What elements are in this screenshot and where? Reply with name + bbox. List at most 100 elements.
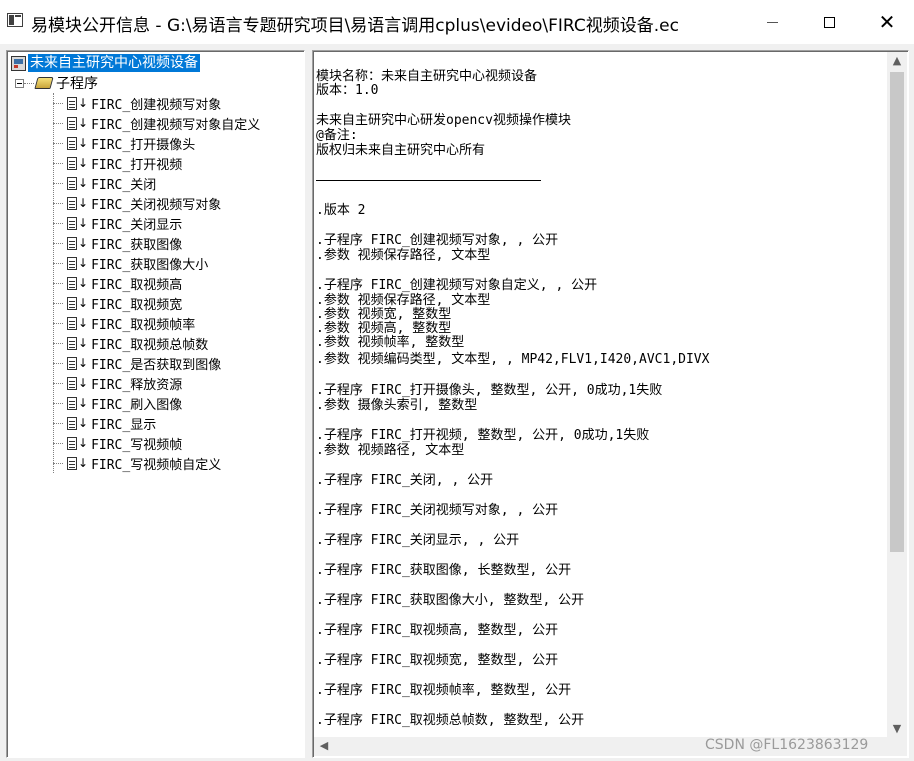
tree-item-label: FIRC_取视频高	[91, 277, 183, 293]
tree-connector	[53, 222, 63, 224]
tree-connector	[53, 442, 63, 444]
tree-connector	[24, 82, 34, 84]
tree-item-label: FIRC_打开摄像头	[91, 137, 196, 153]
document-line: .子程序 FIRC_取视频总帧数, 整数型, 公开	[316, 713, 585, 728]
tree-connector	[53, 142, 63, 144]
tree-item-label: FIRC_取视频宽	[91, 297, 183, 313]
tree-connector	[53, 402, 63, 404]
title-bar: 易模块公开信息 - G:\易语言专题研究项目\易语言调用cplus\evideo…	[0, 0, 914, 44]
document-line: .子程序 FIRC_关闭, , 公开	[316, 473, 494, 488]
document-line: .参数 摄像头索引, 整数型	[316, 398, 478, 413]
tree-item[interactable]: ↓ FIRC_释放资源	[53, 373, 182, 393]
tree-root-label: 未来自主研究中心视频设备	[28, 54, 200, 72]
tree-item[interactable]: ↓ FIRC_关闭视频写对象	[53, 193, 221, 213]
tree-item-label: FIRC_写视频帧自定义	[91, 457, 222, 473]
document-icon	[67, 316, 77, 330]
document-line: @备注:	[316, 128, 358, 143]
module-info-text[interactable]: 模块名称：未来自主研究中心视频设备 版本：1.0 未来自主研究中心研发opencv视…	[312, 50, 909, 758]
tree-root[interactable]: 未来自主研究中心视频设备	[11, 53, 200, 73]
tree-item[interactable]: ↓ FIRC_创建视频写对象	[53, 93, 221, 113]
document-icon	[67, 416, 77, 430]
tree-item[interactable]: ↓ FIRC_刷入图像	[53, 393, 182, 413]
tree-item[interactable]: ↓ FIRC_取视频帧率	[53, 313, 195, 333]
tree-item[interactable]: ↓ FIRC_获取图像大小	[53, 253, 208, 273]
tree-item[interactable]: ↓ FIRC_取视频宽	[53, 293, 182, 313]
arrow-down-icon: ↓	[78, 96, 89, 110]
tree-connector	[53, 422, 63, 424]
tree-item-label: FIRC_创建视频写对象	[91, 97, 222, 113]
document-line: .子程序 FIRC_创建视频写对象, , 公开	[316, 233, 559, 248]
tree-item-label: FIRC_写视频帧	[91, 437, 183, 453]
module-tree[interactable]: 未来自主研究中心视频设备 子程序 ↓ FIRC_创建视频写对象 ↓ FIRC_创建视频…	[6, 50, 305, 758]
arrow-down-icon: ↓	[78, 236, 89, 250]
document-line: 模块名称：未来自主研究中心视频设备	[316, 69, 538, 84]
arrow-down-icon: ↓	[78, 156, 89, 170]
document-line: .子程序 FIRC_打开摄像头, 整数型, 公开, 0成功,1失败	[316, 383, 663, 398]
tree-item-label: FIRC_打开视频	[91, 157, 183, 173]
tree-item[interactable]: ↓ FIRC_打开视频	[53, 153, 182, 173]
tree-item[interactable]: ↓ FIRC_写视频帧自定义	[53, 453, 221, 473]
separator-line	[316, 180, 541, 181]
tree-item[interactable]: ↓ FIRC_取视频总帧数	[53, 333, 208, 353]
scroll-left-icon[interactable]: ◀	[314, 737, 334, 755]
document-icon	[67, 176, 77, 190]
arrow-down-icon: ↓	[78, 436, 89, 450]
document-icon	[67, 196, 77, 210]
tree-item[interactable]: ↓ FIRC_创建视频写对象自定义	[53, 113, 260, 133]
tree-item[interactable]: ↓ FIRC_关闭	[53, 173, 156, 193]
document-icon	[67, 236, 77, 250]
vertical-scroll-thumb[interactable]	[890, 72, 904, 552]
window-title: 易模块公开信息 - G:\易语言专题研究项目\易语言调用cplus\evideo…	[31, 16, 679, 36]
tree-item[interactable]: ↓ FIRC_是否获取到图像	[53, 353, 221, 373]
tree-connector	[53, 302, 63, 304]
collapse-toggle-icon[interactable]	[15, 78, 24, 88]
tree-item-label: FIRC_关闭	[91, 177, 157, 193]
tree-item[interactable]: ↓ FIRC_显示	[53, 413, 156, 433]
tree-connector	[53, 202, 63, 204]
document-icon	[67, 276, 77, 290]
close-button[interactable]: ✕	[858, 0, 914, 44]
tree-item-label: FIRC_是否获取到图像	[91, 357, 222, 373]
maximize-icon	[823, 16, 835, 28]
scroll-up-icon[interactable]: ▲	[887, 52, 907, 70]
document-icon	[67, 116, 77, 130]
document-icon	[67, 296, 77, 310]
document-line: .参数 视频保存路径, 文本型	[316, 293, 491, 308]
document-icon	[67, 216, 77, 230]
document-line: .子程序 FIRC_关闭显示, , 公开	[316, 533, 520, 548]
vertical-scrollbar[interactable]: ▲ ▼	[887, 52, 907, 738]
scrollbar-corner	[887, 737, 907, 756]
arrow-down-icon: ↓	[78, 136, 89, 150]
tree-item[interactable]: ↓ FIRC_打开摄像头	[53, 133, 195, 153]
tree-connector	[53, 102, 63, 104]
tree-item[interactable]: ↓ FIRC_关闭显示	[53, 213, 182, 233]
document-icon	[67, 336, 77, 350]
tree-item-label: FIRC_创建视频写对象自定义	[91, 117, 261, 133]
document-icon	[67, 436, 77, 450]
arrow-down-icon: ↓	[78, 256, 89, 270]
tree-item[interactable]: ↓ FIRC_获取图像	[53, 233, 182, 253]
document-line: .子程序 FIRC_取视频宽, 整数型, 公开	[316, 653, 559, 668]
minimize-button[interactable]	[743, 0, 801, 44]
tree-connector	[53, 462, 63, 464]
tree-group-subroutines[interactable]: 子程序	[15, 73, 98, 93]
document-line: .版本 2	[316, 203, 366, 218]
tree-connector	[53, 162, 63, 164]
document-icon	[67, 96, 77, 110]
tree-item-label: FIRC_获取图像大小	[91, 257, 209, 273]
document-line: .参数 视频路径, 文本型	[316, 443, 465, 458]
document-line: .参数 视频宽, 整数型	[316, 307, 452, 322]
document-line: .子程序 FIRC_获取图像, 长整数型, 公开	[316, 563, 572, 578]
tree-connector	[53, 262, 63, 264]
maximize-button[interactable]	[800, 0, 858, 44]
tree-item[interactable]: ↓ FIRC_取视频高	[53, 273, 182, 293]
minimize-icon	[766, 21, 778, 23]
document-icon	[67, 156, 77, 170]
tree-item-label: FIRC_关闭显示	[91, 217, 183, 233]
tree-item[interactable]: ↓ FIRC_写视频帧	[53, 433, 182, 453]
document-line: .子程序 FIRC_获取图像大小, 整数型, 公开	[316, 593, 585, 608]
close-icon: ✕	[878, 10, 896, 34]
app-icon[interactable]	[7, 13, 23, 27]
arrow-down-icon: ↓	[78, 216, 89, 230]
scroll-down-icon[interactable]: ▼	[887, 720, 907, 738]
